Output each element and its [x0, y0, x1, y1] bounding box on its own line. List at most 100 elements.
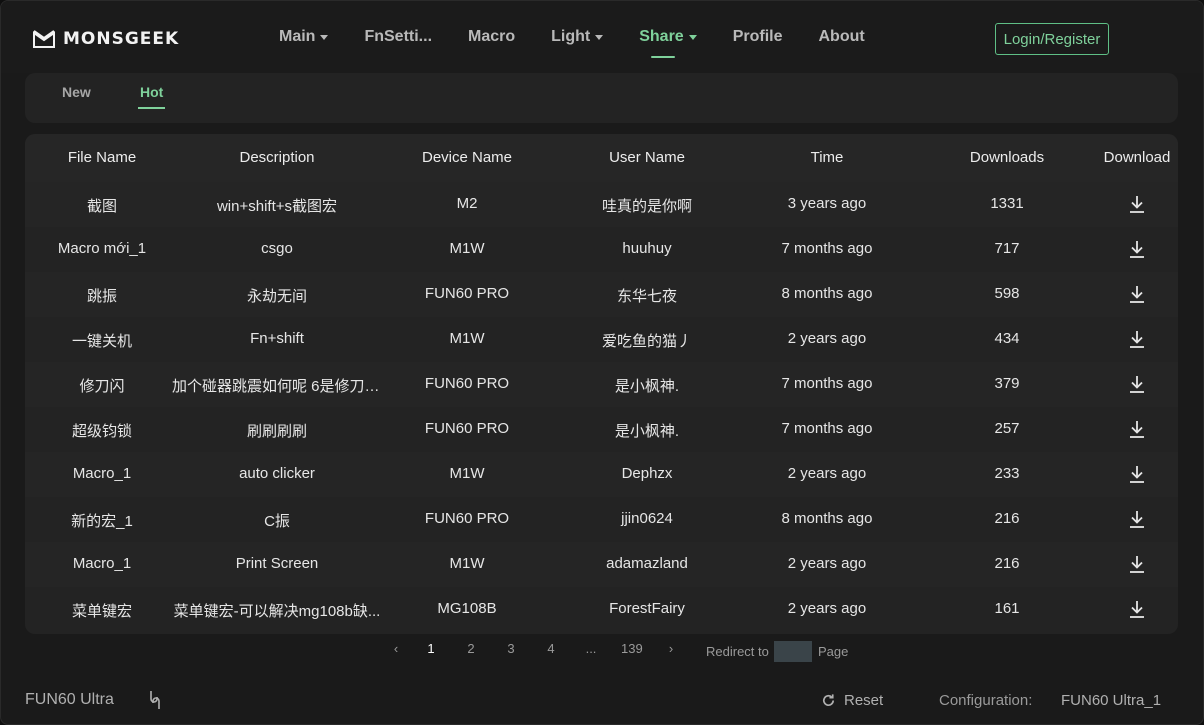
nav-item-about[interactable]: About — [819, 28, 865, 46]
file-name-cell: Macro_1 — [72, 465, 132, 482]
file-name-cell: Macro_1 — [72, 555, 132, 572]
description-cell: auto clicker — [239, 465, 315, 482]
usb-link-icon[interactable] — [145, 690, 165, 710]
description-cell: 加个碰器跳震如何呢 6是修刀6... — [172, 378, 382, 395]
page-139[interactable]: 139 — [621, 641, 643, 656]
file-name-cell: 截图 — [86, 198, 117, 215]
login-register-button[interactable]: Login/Register — [995, 23, 1109, 55]
page-ellipsis[interactable]: ... — [581, 641, 601, 656]
time-cell: 7 months ago — [781, 240, 873, 257]
configuration-value[interactable]: FUN60 Ultra_1 — [1061, 692, 1161, 709]
download-icon[interactable] — [1128, 464, 1146, 484]
device-name-cell: M1W — [449, 330, 485, 347]
reset-icon — [823, 694, 835, 706]
reset-label: Reset — [844, 692, 884, 709]
user-name-cell: 哇真的是你啊 — [601, 198, 692, 215]
file-name-cell: 超级钧锁 — [71, 423, 132, 440]
download-icon[interactable] — [1128, 599, 1146, 619]
nav-item-label: FnSetti... — [364, 28, 433, 45]
downloads-cell: 434 — [994, 330, 1020, 347]
nav-item-label: Profile — [732, 28, 783, 45]
nav-item-label: Macro — [468, 28, 516, 45]
table-row: Macro_1 Print Screen M1W adamazland 2 years … — [25, 542, 1178, 587]
downloads-cell: 216 — [994, 510, 1020, 527]
downloads-cell: 379 — [994, 375, 1020, 392]
table-row: 菜单键宏 菜单键宏-可以解决mg108b缺... MG108B ForestFairy… — [25, 587, 1178, 632]
device-name-cell: FUN60 PRO — [424, 420, 510, 437]
downloads-cell: 216 — [994, 555, 1020, 572]
page-1[interactable]: 1 — [421, 641, 441, 656]
time-cell: 3 years ago — [787, 195, 867, 212]
nav-item-fnsetti[interactable]: FnSetti... — [364, 28, 432, 46]
time-cell: 8 months ago — [781, 285, 873, 302]
column-header-user-name: User Name — [609, 149, 685, 166]
next-page-button[interactable]: › — [661, 641, 681, 656]
download-icon[interactable] — [1128, 509, 1146, 529]
redirect-page-input[interactable] — [774, 641, 812, 662]
column-header-device-name: Device Name — [421, 149, 513, 166]
table-row: 修刀闪 加个碰器跳震如何呢 6是修刀6... FUN60 PRO 是小枫神. 7 mon… — [25, 362, 1178, 407]
column-header-description: Description — [239, 149, 315, 166]
monsgeek-logo-icon — [33, 30, 55, 48]
nav-item-share[interactable]: Share — [639, 28, 697, 58]
file-name-cell: 菜单键宏 — [71, 603, 132, 620]
table-row: 超级钧锁 刷刷刷刷 FUN60 PRO 是小枫神. 7 months ago 257 — [25, 407, 1178, 452]
table-row: Macro_1 auto clicker M1W Dephzx 2 years ago 2… — [25, 452, 1178, 497]
page-3[interactable]: 3 — [501, 641, 521, 656]
device-name-cell: M2 — [456, 195, 478, 212]
column-header-download: Download — [1103, 149, 1171, 166]
column-header-time: Time — [810, 149, 844, 166]
description-cell: 菜单键宏-可以解决mg108b缺... — [173, 603, 381, 620]
file-name-cell: 修刀闪 — [79, 378, 125, 395]
description-cell: C振 — [264, 513, 290, 530]
nav-item-label: About — [818, 28, 865, 45]
download-icon[interactable] — [1128, 329, 1146, 349]
description-cell: Print Screen — [235, 555, 319, 572]
brand-name: MONSGEEK — [63, 29, 180, 49]
nav-item-main[interactable]: Main — [279, 28, 329, 46]
table-row: 一键关机 Fn+shift M1W 爱吃鱼的猫丿 2 years ago 434 — [25, 317, 1178, 362]
nav-item-profile[interactable]: Profile — [733, 28, 783, 46]
device-name-cell: FUN60 PRO — [424, 285, 510, 302]
download-icon[interactable] — [1128, 194, 1146, 214]
redirect-label: Redirect to — [706, 644, 769, 659]
download-icon[interactable] — [1128, 419, 1146, 439]
download-icon[interactable] — [1128, 374, 1146, 394]
download-icon[interactable] — [1128, 239, 1146, 259]
downloads-cell: 233 — [994, 465, 1020, 482]
file-name-cell: 跳振 — [86, 288, 117, 305]
page-4[interactable]: 4 — [541, 641, 561, 656]
description-cell: win+shift+s截图宏 — [216, 198, 338, 215]
device-name-cell: M1W — [449, 240, 485, 257]
nav-item-macro[interactable]: Macro — [468, 28, 515, 46]
user-name-cell: 是小枫神. — [614, 378, 680, 395]
download-icon[interactable] — [1128, 554, 1146, 574]
prev-page-button[interactable]: ‹ — [386, 641, 406, 656]
user-name-cell: jjin0624 — [621, 510, 673, 527]
device-name-cell: FUN60 PRO — [424, 375, 510, 392]
brand-logo[interactable]: MONSGEEK — [33, 28, 179, 50]
description-cell: Fn+shift — [250, 330, 304, 347]
downloads-cell: 598 — [994, 285, 1020, 302]
share-tabs: New Hot — [25, 73, 1178, 123]
table-row: 跳振 永劫无间 FUN60 PRO 东华七夜 8 months ago 598 — [25, 272, 1178, 317]
tab-new[interactable]: New — [62, 84, 91, 100]
tab-hot[interactable]: Hot — [137, 84, 166, 109]
downloads-cell: 161 — [994, 600, 1020, 617]
description-cell: 刷刷刷刷 — [246, 423, 307, 440]
file-name-cell: 一键关机 — [71, 333, 132, 350]
configuration-label: Configuration: — [939, 692, 1033, 709]
user-name-cell: 东华七夜 — [616, 288, 677, 305]
nav-item-light[interactable]: Light — [551, 28, 604, 46]
time-cell: 8 months ago — [781, 510, 873, 527]
top-header: MONSGEEK Main FnSetti... Macro Light Share Pr… — [1, 1, 1203, 73]
description-cell: 永劫无间 — [246, 288, 307, 305]
user-name-cell: ForestFairy — [609, 600, 685, 617]
user-name-cell: huuhuy — [622, 240, 672, 257]
time-cell: 2 years ago — [787, 555, 867, 572]
download-icon[interactable] — [1128, 284, 1146, 304]
column-header-downloads: Downloads — [969, 149, 1045, 166]
device-name-cell: FUN60 PRO — [424, 510, 510, 527]
page-2[interactable]: 2 — [461, 641, 481, 656]
reset-button[interactable]: Reset — [821, 692, 883, 709]
